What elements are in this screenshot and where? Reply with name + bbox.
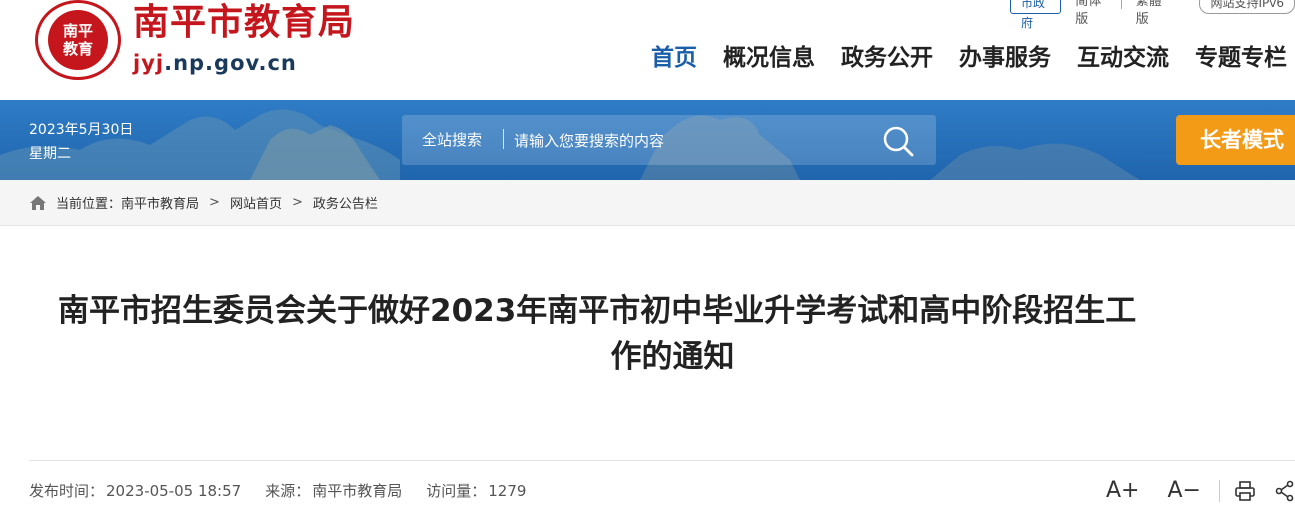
nav-interaction[interactable]: 互动交流 <box>1064 40 1182 76</box>
domain-rest: .np.gov.cn <box>164 51 297 75</box>
site-name[interactable]: 南平市教育局 <box>133 2 355 44</box>
article-title: 南平市招生委员会关于做好2023年南平市初中毕业升学考试和高中阶段招生工 作的通… <box>50 288 1295 380</box>
breadcrumb-bar: 当前位置： 南平市教育局 > 网站首页 > 政务公告栏 <box>0 180 1295 226</box>
nav-special-topics[interactable]: 专题专栏 <box>1182 40 1295 76</box>
article-tools: A+ A− <box>1092 478 1295 504</box>
breadcrumb-separator: > <box>209 195 220 210</box>
search-scope-label[interactable]: 全站搜索 <box>422 115 482 165</box>
search-icon[interactable] <box>880 123 916 159</box>
home-icon <box>30 195 46 210</box>
breadcrumb-item-bureau[interactable]: 南平市教育局 <box>121 193 199 212</box>
search-input[interactable] <box>512 125 876 157</box>
publish-time: 发布时间： 2023-05-05 18:57 <box>29 480 241 501</box>
article-meta: 发布时间： 2023-05-05 18:57 来源： 南平市教育局 访问量： 1279 <box>29 480 526 501</box>
source-label: 来源： <box>265 482 311 500</box>
meta-divider <box>29 460 1295 461</box>
nav-services[interactable]: 办事服务 <box>946 40 1064 76</box>
city-gov-link[interactable]: 市政府 <box>1010 0 1062 30</box>
date-text: 2023年5月30日 <box>29 122 134 138</box>
top-links-bar: 市政府 简体版 繁體版 网站支持IPv6 <box>1010 0 1295 30</box>
print-icon[interactable] <box>1234 480 1256 502</box>
nav-government-affairs[interactable]: 政务公开 <box>828 40 946 76</box>
site-domain: jyj.np.gov.cn <box>133 50 297 76</box>
breadcrumb-item-home[interactable]: 网站首页 <box>230 193 282 212</box>
site-search-box: 全站搜索 <box>402 115 936 165</box>
breadcrumb-separator: > <box>291 195 303 210</box>
elder-mode-button[interactable]: 长者模式 <box>1176 115 1295 165</box>
publish-time-label: 发布时间： <box>29 482 105 500</box>
font-decrease-button[interactable]: A− <box>1153 478 1214 504</box>
search-banner: 2023年5月30日 星期二 全站搜索 长者模式 <box>0 100 1295 180</box>
domain-prefix: jyj <box>133 51 165 75</box>
font-increase-button[interactable]: A+ <box>1092 478 1153 504</box>
view-count-label: 访问量： <box>426 482 487 500</box>
publish-time-value: 2023-05-05 18:57 <box>106 482 242 500</box>
nav-home[interactable]: 首页 <box>638 40 710 76</box>
main-nav: 首页 概况信息 政务公开 办事服务 互动交流 专题专栏 <box>638 40 1295 76</box>
site-header: 南平 教育 南平市教育局 jyj.np.gov.cn 市政府 简体版 繁體版 网… <box>0 0 1295 100</box>
ipv6-support-badge: 网站支持IPv6 <box>1199 0 1295 14</box>
education-bureau-seal-logo[interactable]: 南平 教育 <box>35 0 121 80</box>
view-count: 访问量： 1279 <box>426 480 526 501</box>
breadcrumb-item-announcements[interactable]: 政务公告栏 <box>313 193 378 212</box>
traditional-chinese-link[interactable]: 繁體版 <box>1122 0 1182 27</box>
simplified-chinese-link[interactable]: 简体版 <box>1061 0 1121 27</box>
view-count-value: 1279 <box>488 482 527 500</box>
share-icon[interactable] <box>1274 480 1295 502</box>
article-title-line-2: 作的通知 <box>610 339 735 375</box>
breadcrumb-prefix: 当前位置： <box>56 197 122 212</box>
current-date: 2023年5月30日 星期二 <box>29 118 133 166</box>
seal-text: 南平 教育 <box>48 10 108 70</box>
source: 来源： 南平市教育局 <box>265 480 402 501</box>
tools-divider <box>1218 480 1220 502</box>
weekday-text: 星期二 <box>29 146 71 162</box>
nav-overview[interactable]: 概况信息 <box>710 40 828 76</box>
article-title-line-1: 南平市招生委员会关于做好2023年南平市初中毕业升学考试和高中阶段招生工 <box>58 293 1137 329</box>
breadcrumb: 当前位置： 南平市教育局 > 网站首页 > 政务公告栏 <box>29 180 378 225</box>
source-value: 南平市教育局 <box>312 482 403 500</box>
search-divider <box>503 129 504 149</box>
